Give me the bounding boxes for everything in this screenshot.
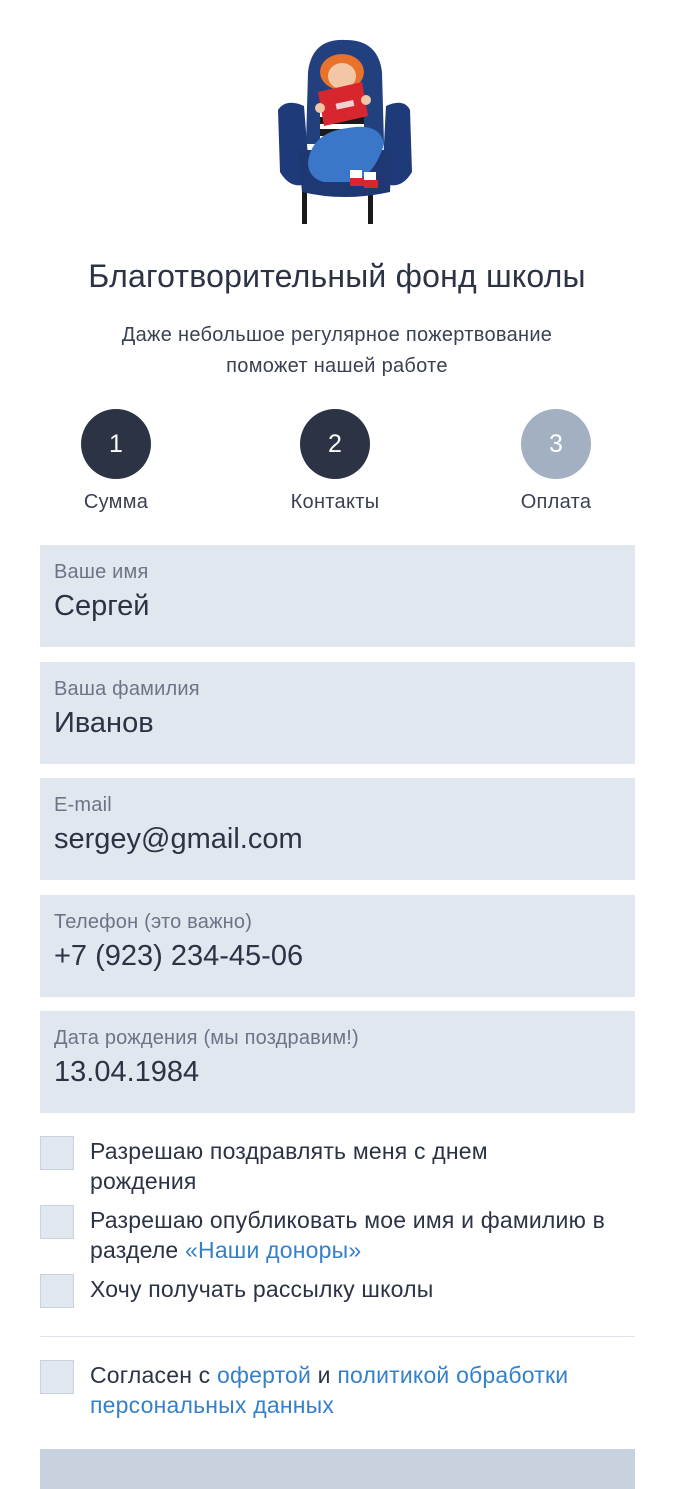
birthday-field[interactable]: Дата рождения (мы поздравим!) 13.04.1984 xyxy=(40,1011,635,1113)
birthday-greetings-option[interactable]: Разрешаю поздравлять меня с днем рождени… xyxy=(40,1136,640,1196)
checkbox-label: Согласен с офертой и политикой обработки… xyxy=(90,1360,635,1420)
publish-name-checkbox[interactable] xyxy=(40,1205,74,1239)
email-input[interactable]: sergey@gmail.com xyxy=(54,823,621,856)
step-contacts[interactable]: 2 Контакты xyxy=(260,409,410,514)
step-number-circle: 2 xyxy=(300,409,370,479)
step-label: Контакты xyxy=(290,491,380,513)
field-label: E-mail xyxy=(54,794,112,816)
step-label: Оплата xyxy=(520,491,592,513)
checkbox-label-text: Согласен с xyxy=(90,1362,217,1388)
phone-input[interactable]: +7 (923) 234-45-06 xyxy=(54,940,621,973)
agreement-option[interactable]: Согласен с офертой и политикой обработки… xyxy=(40,1360,640,1420)
checkbox-label: Разрешаю опубликовать мое имя и фамилию … xyxy=(90,1205,635,1265)
first-name-field[interactable]: Ваше имя Сергей xyxy=(40,545,635,647)
email-field[interactable]: E-mail sergey@gmail.com xyxy=(40,778,635,880)
publish-name-option[interactable]: Разрешаю опубликовать мое имя и фамилию … xyxy=(40,1205,640,1265)
field-label: Ваше имя xyxy=(54,561,149,583)
checkbox-label: Разрешаю поздравлять меня с днем рождени… xyxy=(90,1138,488,1194)
newsletter-checkbox[interactable] xyxy=(40,1274,74,1308)
field-label: Ваша фамилия xyxy=(54,678,200,700)
our-donors-link[interactable]: «Наши доноры» xyxy=(185,1237,361,1263)
offer-link[interactable]: офертой xyxy=(217,1362,311,1388)
step-number-circle: 1 xyxy=(81,409,151,479)
last-name-field[interactable]: Ваша фамилия Иванов xyxy=(40,662,635,764)
girl-reading-in-armchair-illustration xyxy=(278,39,412,224)
submit-button[interactable] xyxy=(40,1449,635,1489)
divider xyxy=(40,1336,635,1337)
agreement-checkbox[interactable] xyxy=(40,1360,74,1394)
birthday-greetings-checkbox[interactable] xyxy=(40,1136,74,1170)
step-payment[interactable]: 3 Оплата xyxy=(481,409,631,514)
birthday-input[interactable]: 13.04.1984 xyxy=(54,1056,621,1089)
newsletter-option[interactable]: Хочу получать рассылку школы xyxy=(40,1274,640,1308)
field-label: Телефон (это важно) xyxy=(54,911,253,933)
page-title: Благотворительный фонд школы xyxy=(88,258,586,294)
field-label: Дата рождения (мы поздравим!) xyxy=(54,1027,359,1049)
phone-field[interactable]: Телефон (это важно) +7 (923) 234-45-06 xyxy=(40,895,635,997)
step-number-circle: 3 xyxy=(521,409,591,479)
step-label: Сумма xyxy=(83,491,149,513)
checkbox-label: Хочу получать рассылку школы xyxy=(90,1276,434,1302)
step-amount[interactable]: 1 Сумма xyxy=(41,409,191,514)
page-subtitle: Даже небольшое регулярное пожертвование … xyxy=(121,324,553,377)
checkbox-label-text: и xyxy=(311,1362,338,1388)
last-name-input[interactable]: Иванов xyxy=(54,707,621,740)
first-name-input[interactable]: Сергей xyxy=(54,590,621,623)
